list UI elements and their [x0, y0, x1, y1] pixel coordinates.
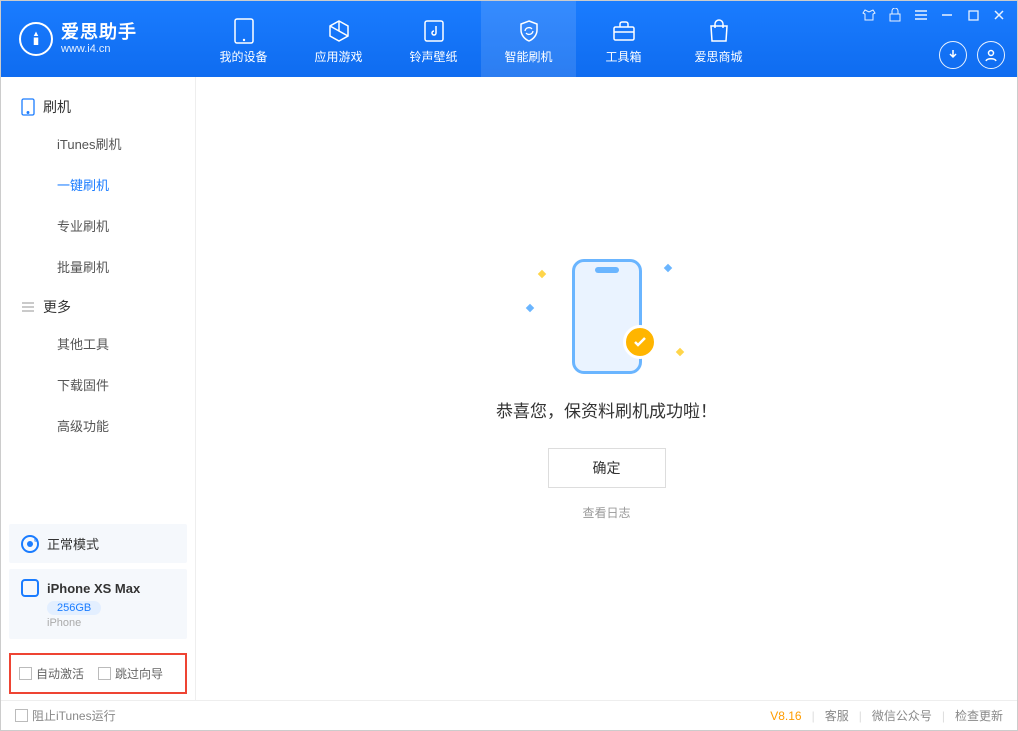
close-button[interactable] [991, 7, 1007, 23]
top-nav: 我的设备 应用游戏 铃声壁纸 智能刷机 工具箱 爱思商城 [196, 1, 766, 77]
nav-toolbox[interactable]: 工具箱 [576, 1, 671, 77]
checkbox-icon [98, 667, 111, 680]
device-storage: 256GB [47, 601, 101, 615]
success-illustration [527, 257, 687, 377]
music-icon [421, 18, 447, 44]
download-button[interactable] [939, 41, 967, 69]
support-link[interactable]: 客服 [825, 707, 849, 724]
logo-icon [19, 22, 53, 56]
window-controls [861, 7, 1007, 23]
mode-icon [21, 535, 39, 553]
sidebar-item-oneclick-flash[interactable]: 一键刷机 [1, 164, 195, 205]
flash-options-highlighted: 自动激活 跳过向导 [9, 653, 187, 694]
version-label: V8.16 [770, 709, 801, 723]
nav-my-device[interactable]: 我的设备 [196, 1, 291, 77]
menu-icon[interactable] [913, 7, 929, 23]
sidebar-item-batch-flash[interactable]: 批量刷机 [1, 246, 195, 287]
sidebar: 刷机 iTunes刷机 一键刷机 专业刷机 批量刷机 更多 其他工具 下载固件 … [1, 77, 196, 700]
check-icon [623, 325, 657, 359]
app-header: 爱思助手 www.i4.cn 我的设备 应用游戏 铃声壁纸 智能刷机 工具箱 爱… [1, 1, 1017, 77]
phone-icon [21, 98, 35, 116]
auto-activate-checkbox[interactable]: 自动激活 [19, 665, 84, 682]
mode-label: 正常模式 [47, 534, 99, 553]
confirm-button[interactable]: 确定 [548, 448, 666, 488]
update-link[interactable]: 检查更新 [955, 707, 1003, 724]
sidebar-item-pro-flash[interactable]: 专业刷机 [1, 205, 195, 246]
app-url: www.i4.cn [61, 43, 137, 55]
device-icon [231, 18, 257, 44]
logo: 爱思助手 www.i4.cn [1, 22, 196, 56]
device-name: iPhone XS Max [47, 581, 140, 596]
shirt-icon[interactable] [861, 7, 877, 23]
minimize-button[interactable] [939, 7, 955, 23]
block-itunes-checkbox[interactable]: 阻止iTunes运行 [15, 707, 116, 724]
sidebar-item-download-firmware[interactable]: 下载固件 [1, 364, 195, 405]
checkbox-icon [15, 709, 28, 722]
view-log-link[interactable]: 查看日志 [582, 504, 630, 521]
sidebar-group-flash: 刷机 [1, 87, 195, 123]
mode-box[interactable]: 正常模式 [9, 524, 187, 563]
list-icon [21, 301, 35, 313]
success-message: 恭喜您，保资料刷机成功啦！ [496, 397, 717, 422]
nav-store[interactable]: 爱思商城 [671, 1, 766, 77]
sidebar-item-other-tools[interactable]: 其他工具 [1, 323, 195, 364]
maximize-button[interactable] [965, 7, 981, 23]
shield-refresh-icon [516, 18, 542, 44]
checkbox-icon [19, 667, 32, 680]
sidebar-item-itunes-flash[interactable]: iTunes刷机 [1, 123, 195, 164]
sidebar-item-advanced[interactable]: 高级功能 [1, 405, 195, 446]
user-button[interactable] [977, 41, 1005, 69]
device-type: iPhone [47, 617, 175, 629]
footer: 阻止iTunes运行 V8.16 | 客服 | 微信公众号 | 检查更新 [1, 700, 1017, 730]
nav-apps[interactable]: 应用游戏 [291, 1, 386, 77]
nav-ringtones[interactable]: 铃声壁纸 [386, 1, 481, 77]
cube-icon [326, 18, 352, 44]
lock-icon[interactable] [887, 7, 903, 23]
skip-guide-checkbox[interactable]: 跳过向导 [98, 665, 163, 682]
sidebar-group-more: 更多 [1, 287, 195, 323]
nav-flash[interactable]: 智能刷机 [481, 1, 576, 77]
app-name: 爱思助手 [61, 23, 137, 43]
device-box[interactable]: iPhone XS Max 256GB iPhone [9, 569, 187, 639]
device-phone-icon [21, 579, 39, 597]
main-content: 恭喜您，保资料刷机成功啦！ 确定 查看日志 [196, 77, 1017, 700]
bag-icon [706, 18, 732, 44]
toolbox-icon [611, 18, 637, 44]
wechat-link[interactable]: 微信公众号 [872, 707, 932, 724]
